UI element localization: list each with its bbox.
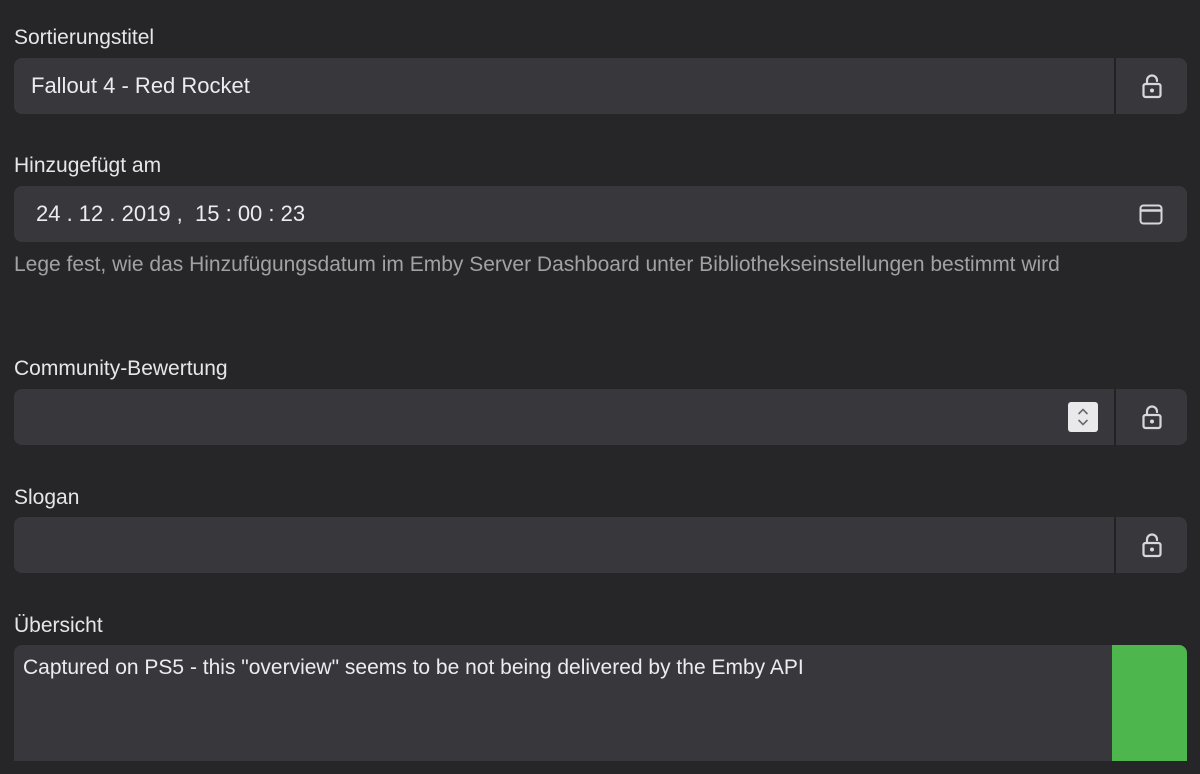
lock-open-icon <box>1141 532 1163 558</box>
date-added-group: Hinzugefügt am <box>14 153 1187 179</box>
lock-open-icon <box>1141 404 1163 430</box>
tagline-lock-button[interactable] <box>1114 517 1187 573</box>
overview-textarea[interactable]: Captured on PS5 - this "overview" seems … <box>14 645 1187 761</box>
lock-open-icon <box>1141 73 1163 99</box>
tagline-field[interactable] <box>14 517 1187 573</box>
sort-title-input[interactable]: Fallout 4 - Red Rocket <box>14 73 1114 99</box>
date-picker-button[interactable] <box>1114 186 1187 242</box>
date-added-help-text: Lege fest, wie das Hinzufügungsdatum im … <box>14 253 1060 276</box>
community-rating-group: Community-Bewertung <box>14 356 1187 382</box>
number-spinner[interactable] <box>1068 402 1098 432</box>
date-added-input[interactable]: 24 . 12 . 2019 , 15 : 00 : 23 <box>14 201 1114 227</box>
sort-title-group: Sortierungstitel <box>14 25 1187 51</box>
spinner-arrows-icon <box>1076 406 1090 428</box>
date-added-field[interactable]: 24 . 12 . 2019 , 15 : 00 : 23 <box>14 186 1187 242</box>
tagline-label: Slogan <box>14 486 80 509</box>
sort-title-label: Sortierungstitel <box>14 26 155 49</box>
overview-text[interactable]: Captured on PS5 - this "overview" seems … <box>14 645 1112 761</box>
sort-title-field[interactable]: Fallout 4 - Red Rocket <box>14 58 1187 114</box>
sort-title-lock-button[interactable] <box>1114 58 1187 114</box>
date-added-label: Hinzugefügt am <box>14 154 162 177</box>
community-rating-label: Community-Bewertung <box>14 357 228 380</box>
overview-label: Übersicht <box>14 614 103 637</box>
tagline-group: Slogan <box>14 485 1187 511</box>
community-rating-field[interactable] <box>14 389 1187 445</box>
overview-accent-block <box>1112 645 1187 761</box>
overview-group: Übersicht <box>14 613 1187 639</box>
calendar-icon <box>1139 202 1163 226</box>
community-rating-lock-button[interactable] <box>1114 389 1187 445</box>
